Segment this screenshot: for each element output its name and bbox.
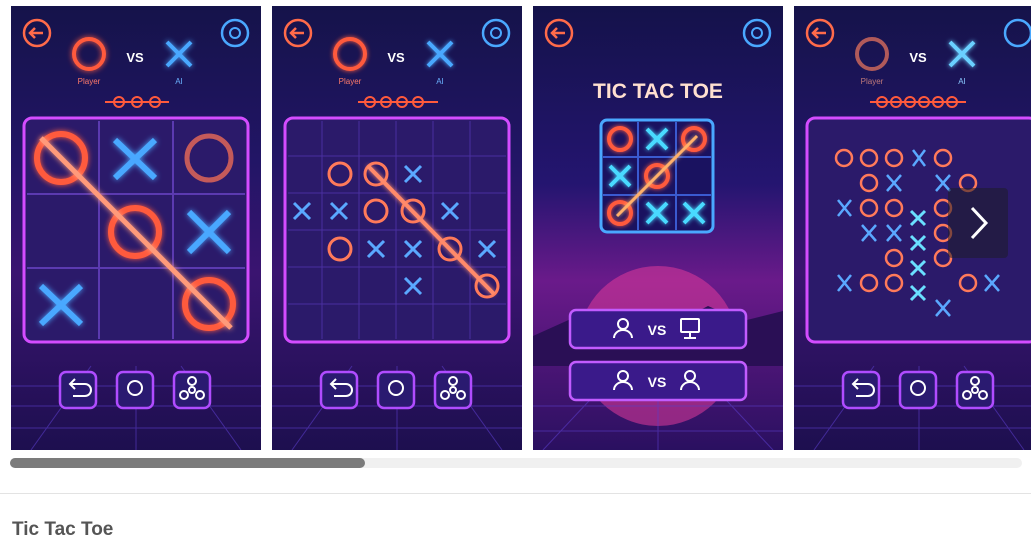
player-label: Player: [861, 77, 884, 86]
player-o-icon: [855, 37, 889, 71]
screenshot-1[interactable]: Player VS AI: [11, 6, 261, 450]
vs-label: VS: [387, 50, 405, 65]
player-o-icon: [333, 37, 367, 71]
back-icon[interactable]: [544, 18, 574, 48]
vs-computer-button[interactable]: VS: [568, 308, 748, 350]
player-label: Player: [339, 77, 362, 86]
screenshot-2[interactable]: Player VS AI: [272, 6, 522, 450]
app-title[interactable]: Tic Tac Toe: [12, 519, 113, 541]
ai-label: AI: [175, 77, 183, 86]
hint-button[interactable]: [898, 370, 938, 410]
scrollbar-thumb[interactable]: [10, 458, 365, 468]
vs-label: VS: [126, 50, 144, 65]
divider: [0, 493, 1031, 494]
ai-label: AI: [958, 77, 966, 86]
player-label: Player: [78, 77, 101, 86]
svg-text:VS: VS: [648, 374, 667, 390]
player-o-icon: [72, 37, 106, 71]
game-title: TIC TAC TOE: [593, 80, 723, 103]
chevron-right-icon: [970, 206, 989, 240]
settings-icon[interactable]: [1003, 18, 1031, 48]
back-icon[interactable]: [283, 18, 313, 48]
hint-button[interactable]: [115, 370, 155, 410]
vs-label: VS: [909, 50, 927, 65]
settings-icon[interactable]: [220, 18, 250, 48]
back-icon[interactable]: [22, 18, 52, 48]
hint-button[interactable]: [376, 370, 416, 410]
horizontal-scrollbar[interactable]: [10, 458, 1022, 468]
screenshot-3[interactable]: TIC TAC TOE VS VS: [533, 6, 783, 450]
vs-player-button[interactable]: VS: [568, 360, 748, 402]
settings-icon[interactable]: [481, 18, 511, 48]
settings-icon[interactable]: [742, 18, 772, 48]
next-screenshot-button[interactable]: [948, 188, 1008, 258]
screenshot-carousel[interactable]: Player VS AI Player VS AI TIC TAC TOE VS…: [0, 0, 1031, 460]
ai-x-icon: [426, 40, 454, 68]
svg-text:VS: VS: [648, 322, 667, 338]
ai-x-icon: [165, 40, 193, 68]
ai-x-icon: [948, 40, 976, 68]
ai-label: AI: [436, 77, 444, 86]
back-icon[interactable]: [805, 18, 835, 48]
